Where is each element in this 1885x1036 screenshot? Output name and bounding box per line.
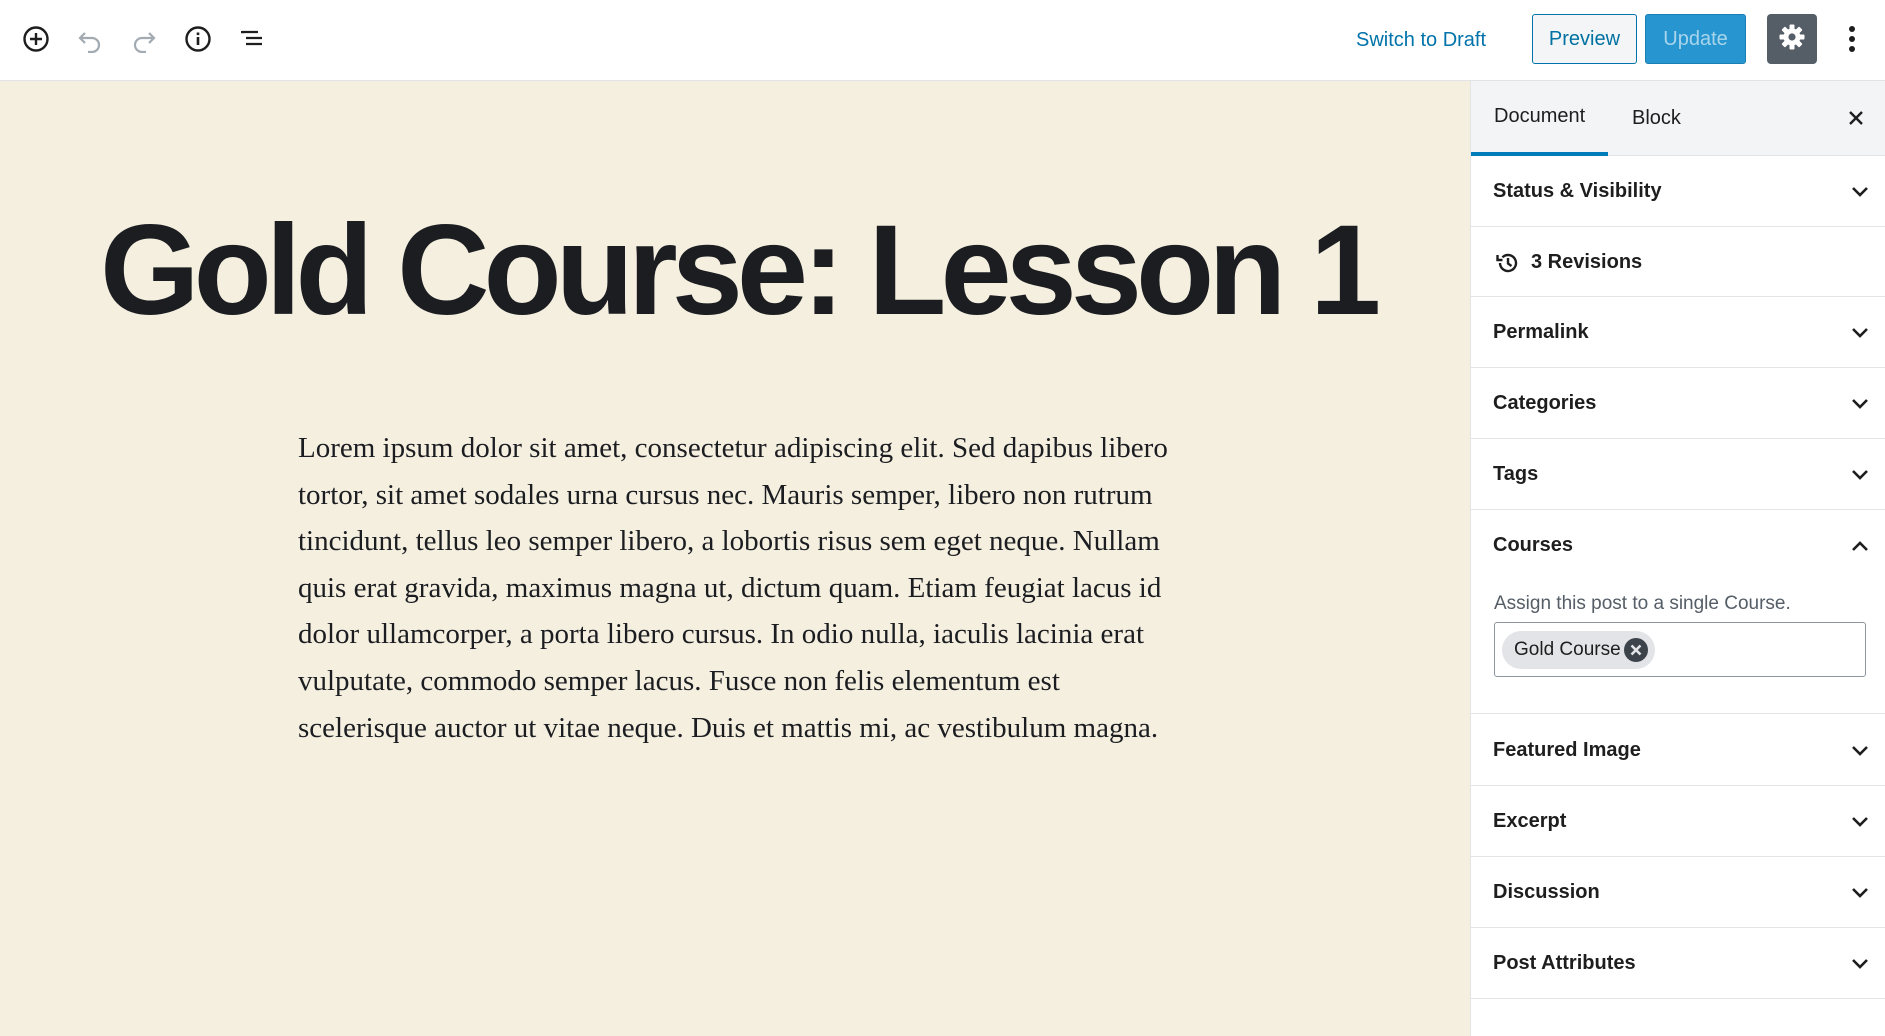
panel-discussion[interactable]: Discussion xyxy=(1471,857,1885,928)
panel-permalink[interactable]: Permalink xyxy=(1471,297,1885,368)
panel-title: Post Attributes xyxy=(1493,952,1636,974)
panel-excerpt[interactable]: Excerpt xyxy=(1471,786,1885,857)
panel-categories[interactable]: Categories xyxy=(1471,368,1885,439)
info-icon[interactable] xyxy=(179,17,217,61)
course-token-field[interactable]: Gold Course xyxy=(1494,622,1866,677)
update-button[interactable]: Update xyxy=(1645,14,1746,64)
history-icon xyxy=(1496,253,1518,273)
course-token: Gold Course xyxy=(1502,631,1655,669)
panel-tags[interactable]: Tags xyxy=(1471,439,1885,510)
add-block-icon[interactable] xyxy=(17,17,55,61)
editor-toolbar: Switch to Draft Preview Update xyxy=(0,0,1885,81)
tab-document[interactable]: Document xyxy=(1471,81,1608,156)
panel-revisions[interactable]: 3 Revisions xyxy=(1471,227,1885,297)
panel-status-visibility[interactable]: Status & Visibility xyxy=(1471,156,1885,227)
undo-icon[interactable] xyxy=(71,17,109,61)
remove-token-icon[interactable] xyxy=(1623,637,1649,663)
chevron-down-icon xyxy=(1849,322,1871,344)
panel-courses: Courses xyxy=(1471,510,1885,714)
sidebar-lower-panels: Featured Image Excerpt Discussion Post A… xyxy=(1471,715,1885,999)
chevron-down-icon xyxy=(1849,181,1871,203)
close-icon[interactable] xyxy=(1841,103,1871,133)
panel-title[interactable]: Courses xyxy=(1493,510,1573,581)
editor-canvas: Gold Course: Lesson 1 Lorem ipsum dolor … xyxy=(0,81,1470,1036)
panel-post-attributes[interactable]: Post Attributes xyxy=(1471,928,1885,999)
chevron-down-icon xyxy=(1849,882,1871,904)
panel-featured-image[interactable]: Featured Image xyxy=(1471,715,1885,786)
tab-block[interactable]: Block xyxy=(1632,81,1681,156)
revisions-link[interactable]: 3 Revisions xyxy=(1531,227,1642,297)
chevron-down-icon xyxy=(1849,811,1871,833)
chevron-down-icon xyxy=(1849,464,1871,486)
panel-title: Discussion xyxy=(1493,881,1600,903)
chevron-down-icon xyxy=(1849,740,1871,762)
redo-icon[interactable] xyxy=(125,17,163,61)
preview-button[interactable]: Preview xyxy=(1532,14,1637,64)
paragraph-block[interactable]: Lorem ipsum dolor sit amet, consectetur … xyxy=(298,425,1178,751)
chevron-down-icon xyxy=(1849,953,1871,975)
panel-title: Excerpt xyxy=(1493,810,1567,832)
panel-title: Status & Visibility xyxy=(1493,180,1662,202)
switch-to-draft-link[interactable]: Switch to Draft xyxy=(1356,22,1486,58)
gear-icon xyxy=(1778,23,1806,56)
panel-title: Tags xyxy=(1493,463,1539,485)
course-token-label: Gold Course xyxy=(1514,639,1621,660)
settings-button[interactable] xyxy=(1767,14,1817,64)
post-title[interactable]: Gold Course: Lesson 1 xyxy=(100,201,1400,341)
panel-title: Categories xyxy=(1493,392,1597,414)
chevron-up-icon[interactable] xyxy=(1849,535,1871,557)
chevron-down-icon xyxy=(1849,393,1871,415)
panel-title: Permalink xyxy=(1493,321,1589,343)
sidebar-tabs: Document Block xyxy=(1471,81,1885,156)
block-navigation-icon[interactable] xyxy=(233,17,271,61)
more-options-icon[interactable] xyxy=(1838,17,1866,61)
panel-title: Featured Image xyxy=(1493,739,1641,761)
